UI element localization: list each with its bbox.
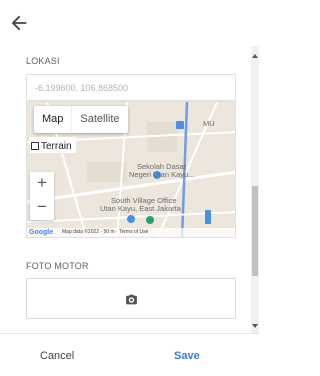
dialog-footer: Cancel Save [0,333,259,376]
zoom-control: + − [30,172,54,220]
location-map[interactable]: Map Satellite Terrain + − MU Sekolah Das… [26,101,236,238]
google-logo: Google [29,229,54,236]
terrain-checkbox[interactable] [31,142,39,150]
save-button[interactable]: Save [174,350,200,362]
map-label-office-2: Utan Kayu, East Jakarta [100,204,181,213]
map-type-control: Map Satellite [34,106,128,133]
camera-icon [126,294,137,305]
map-type-map-button[interactable]: Map [34,106,71,133]
photo-upload-box[interactable] [26,278,236,319]
map-label-school-2: Negeri Utan Kayu... [129,170,195,179]
scroll-thumb[interactable] [252,186,258,276]
map-label-mu: MU [203,119,215,128]
scroll-up-icon[interactable] [251,52,259,60]
zoom-out-button[interactable]: − [30,196,54,220]
cancel-button[interactable]: Cancel [40,350,74,362]
photo-label: FOTO MOTOR [26,261,89,271]
location-label: LOKASI [26,56,60,66]
terrain-label: Terrain [41,140,72,152]
scroll-down-icon[interactable] [251,322,259,330]
map-type-satellite-button[interactable]: Satellite [71,106,127,133]
coordinates-field[interactable]: -6.199600, 106.868500 [26,74,236,101]
attribution-text: Map data ©2022 · 50 m · Terms of Use [62,229,149,235]
coordinates-value: -6.199600, 106.868500 [35,83,129,93]
header-bar [0,0,259,46]
vertical-scrollbar[interactable] [251,46,259,333]
map-attribution: Google Map data ©2022 · 50 m · Terms of … [27,228,235,237]
arrow-left-icon[interactable] [8,12,30,34]
terrain-toggle[interactable]: Terrain [30,137,76,153]
zoom-in-button[interactable]: + [30,172,54,196]
